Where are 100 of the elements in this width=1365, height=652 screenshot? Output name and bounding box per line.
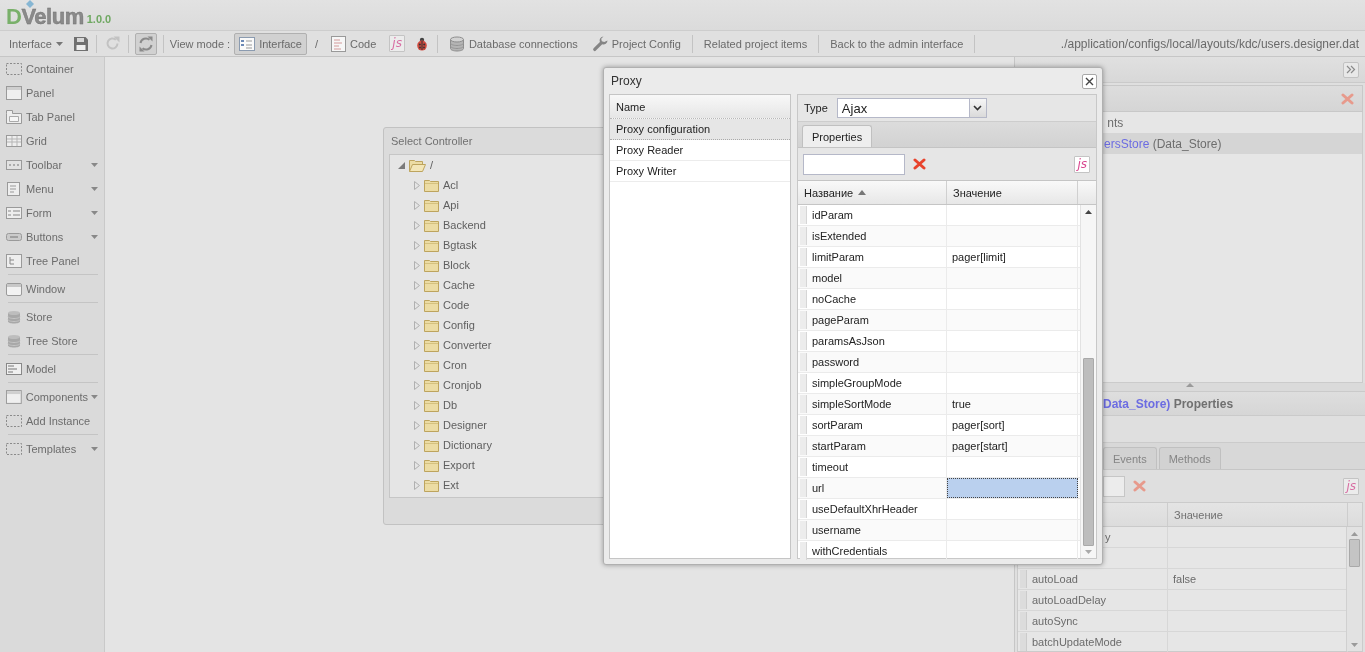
- view-mode-toggle[interactable]: Code: [326, 32, 382, 55]
- scrollbar-thumb[interactable]: [1083, 358, 1094, 546]
- property-name: paramsAsJson: [807, 331, 947, 351]
- property-value[interactable]: pager[start]: [947, 436, 1078, 456]
- cross-icon[interactable]: [1341, 92, 1354, 105]
- tree-node[interactable]: Designer: [390, 415, 492, 435]
- toolbar-link-button[interactable]: Database connections: [443, 32, 583, 55]
- property-value[interactable]: [947, 478, 1078, 498]
- window-title: Select Controller: [391, 135, 473, 147]
- sidebar-item[interactable]: Tree Store: [0, 329, 104, 353]
- column-header[interactable]: Название: [798, 181, 947, 204]
- triangle-right-icon[interactable]: [414, 360, 420, 370]
- js-button[interactable]: js: [1343, 477, 1359, 495]
- tree-node[interactable]: Bgtask: [390, 235, 481, 255]
- triangle-right-icon[interactable]: [414, 460, 420, 470]
- tree-node[interactable]: Cron: [390, 355, 471, 375]
- property-value[interactable]: false: [1173, 573, 1197, 585]
- dashed-frame-icon: [5, 61, 23, 77]
- bug-icon[interactable]: [414, 36, 429, 51]
- list-item[interactable]: Proxy configuration: [610, 119, 790, 140]
- triangle-right-icon[interactable]: [414, 180, 420, 190]
- sidebar-item[interactable]: Store: [0, 305, 104, 329]
- triangle-right-icon[interactable]: [414, 400, 420, 410]
- tree-node[interactable]: /: [390, 155, 438, 175]
- sidebar-item[interactable]: Tree Panel: [0, 249, 104, 273]
- sidebar-item[interactable]: Templates: [0, 437, 104, 461]
- property-value[interactable]: true: [947, 394, 1078, 414]
- search-field[interactable]: [803, 153, 905, 175]
- cross-icon[interactable]: [1133, 480, 1146, 492]
- window-icon: [5, 281, 23, 297]
- triangle-right-icon[interactable]: [414, 420, 420, 430]
- close-icon: [1085, 76, 1094, 86]
- triangle-right-icon[interactable]: [414, 200, 420, 210]
- tree-node[interactable]: Block: [390, 255, 474, 275]
- panel-icon: [5, 85, 23, 101]
- property-value[interactable]: pager[sort]: [947, 415, 1078, 435]
- sidebar-item[interactable]: Model: [0, 357, 104, 381]
- triangle-right-icon[interactable]: [414, 480, 420, 490]
- triangle-right-icon[interactable]: [414, 220, 420, 230]
- property-name: withCredentials: [807, 541, 947, 561]
- type-combobox[interactable]: Ajax: [836, 98, 987, 118]
- tree-node[interactable]: Acl: [390, 175, 463, 195]
- search-field[interactable]: [1103, 475, 1125, 497]
- tab[interactable]: Events: [1103, 447, 1157, 469]
- view-mode-toggle[interactable]: Interface: [234, 32, 307, 55]
- collapse-button[interactable]: [1343, 61, 1359, 78]
- cross-icon[interactable]: [913, 158, 926, 170]
- logo-text: DVelum: [6, 8, 84, 26]
- triangle-right-icon[interactable]: [414, 260, 420, 270]
- tab[interactable]: Properties: [802, 125, 873, 147]
- triangle-down-icon[interactable]: [398, 161, 405, 169]
- toolbar-link-button[interactable]: Back to the admin interface: [825, 32, 969, 55]
- tree-node[interactable]: Code: [390, 295, 474, 315]
- mode-divider: /: [314, 37, 318, 50]
- toolbar-link-button[interactable]: Project Config: [586, 32, 686, 55]
- sidebar-item[interactable]: Form: [0, 201, 104, 225]
- panel-icon: [5, 389, 23, 405]
- sidebar-item[interactable]: Tab Panel: [0, 105, 104, 129]
- js-button[interactable]: js: [389, 35, 405, 52]
- scrollbar-thumb[interactable]: [1349, 539, 1360, 567]
- column-header[interactable]: Значение: [947, 181, 1078, 204]
- close-button[interactable]: [1082, 73, 1097, 89]
- sidebar-item[interactable]: Buttons: [0, 225, 104, 249]
- tree-node[interactable]: Cache: [390, 275, 479, 295]
- tree-node[interactable]: Cronjob: [390, 375, 486, 395]
- sidebar-item[interactable]: Panel: [0, 81, 104, 105]
- triangle-right-icon[interactable]: [414, 340, 420, 350]
- scroll-up-icon[interactable]: [1085, 210, 1092, 214]
- tab[interactable]: Methods: [1158, 447, 1221, 469]
- sidebar-item[interactable]: Toolbar: [0, 153, 104, 177]
- caret-icon: [91, 235, 98, 239]
- sync-button[interactable]: [134, 32, 157, 55]
- sidebar-item[interactable]: Container: [0, 57, 104, 81]
- scroll-down-icon[interactable]: [1351, 643, 1358, 647]
- sidebar-item[interactable]: Window: [0, 277, 104, 301]
- tree-node[interactable]: Db: [390, 395, 462, 415]
- tree-node[interactable]: Converter: [390, 335, 496, 355]
- triangle-right-icon[interactable]: [414, 240, 420, 250]
- tree-node[interactable]: Backend: [390, 215, 490, 235]
- tree-node[interactable]: Api: [390, 195, 463, 215]
- interface-menu-button[interactable]: Interface: [4, 32, 68, 55]
- scroll-down-icon[interactable]: [1085, 550, 1092, 554]
- property-value[interactable]: pager[limit]: [947, 247, 1078, 267]
- triangle-right-icon[interactable]: [414, 440, 420, 450]
- toolbar-link-button[interactable]: Related project items: [698, 32, 813, 55]
- list-item[interactable]: Proxy Writer: [610, 161, 790, 182]
- tree-node[interactable]: Export: [390, 455, 479, 475]
- tree-node[interactable]: Ext: [390, 475, 463, 495]
- sidebar-item[interactable]: Components: [0, 385, 104, 409]
- sidebar-item[interactable]: Grid: [0, 129, 104, 153]
- list-item[interactable]: Proxy Reader: [610, 140, 790, 161]
- triangle-right-icon[interactable]: [414, 280, 420, 290]
- triangle-right-icon[interactable]: [414, 380, 420, 390]
- tree-node[interactable]: Config: [390, 315, 479, 335]
- sidebar-item[interactable]: Add Instance: [0, 409, 104, 433]
- triangle-right-icon[interactable]: [414, 300, 420, 310]
- sidebar-item[interactable]: Menu: [0, 177, 104, 201]
- tree-node[interactable]: Dictionary: [390, 435, 496, 455]
- js-button[interactable]: js: [1074, 155, 1090, 173]
- triangle-right-icon[interactable]: [414, 320, 420, 330]
